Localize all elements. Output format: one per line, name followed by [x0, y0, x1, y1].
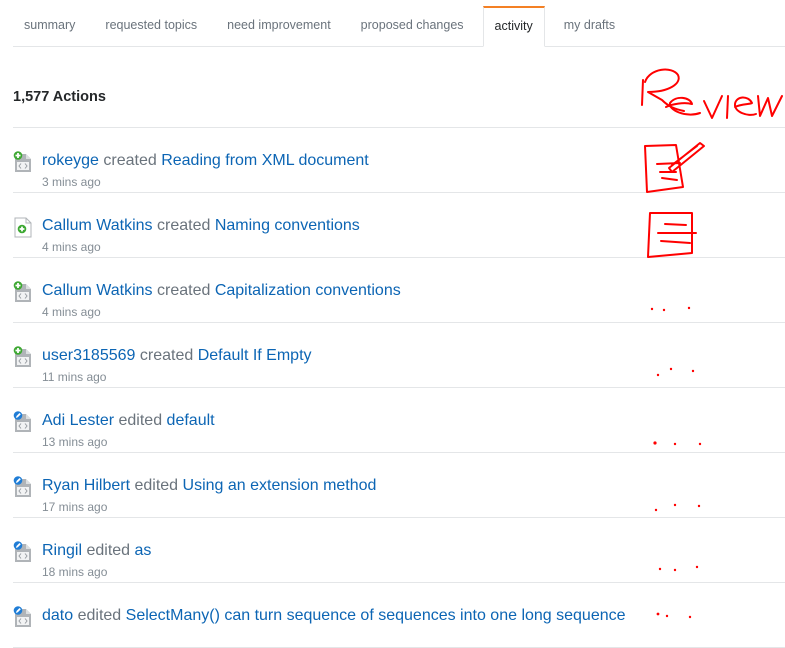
- page-created-icon: [13, 216, 33, 238]
- activity-row: dato edited SelectMany() can turn sequen…: [13, 583, 785, 648]
- code-page-created-icon: [13, 346, 33, 368]
- activity-row: Callum Watkins created Capitalization co…: [13, 258, 785, 323]
- activity-verb: created: [139, 347, 194, 364]
- activity-verb: edited: [134, 477, 179, 494]
- activity-description: Ringil edited as: [42, 542, 151, 560]
- user-link[interactable]: user3185569: [42, 347, 135, 364]
- activity-time: 13 mins ago: [42, 435, 108, 449]
- activity-verb: created: [157, 282, 211, 299]
- user-link[interactable]: dato: [42, 607, 73, 624]
- activity-description: Adi Lester edited default: [42, 412, 215, 430]
- code-page-edited-icon: [13, 476, 33, 498]
- activity-time: 4 mins ago: [42, 305, 101, 319]
- tab-bar: summary requested topics need improvemen…: [13, 6, 785, 47]
- tab-need-improvement[interactable]: need improvement: [216, 6, 342, 46]
- topic-link[interactable]: Default If Empty: [198, 347, 312, 364]
- activity-description: Ryan Hilbert edited Using an extension m…: [42, 477, 376, 495]
- user-link[interactable]: Callum Watkins: [42, 282, 153, 299]
- tab-requested-topics[interactable]: requested topics: [94, 6, 208, 46]
- activity-description: dato edited SelectMany() can turn sequen…: [42, 607, 626, 625]
- activity-description: Callum Watkins created Naming convention…: [42, 217, 360, 235]
- user-link[interactable]: Ringil: [42, 542, 82, 559]
- activity-verb: created: [157, 217, 211, 234]
- tab-proposed-changes[interactable]: proposed changes: [350, 6, 475, 46]
- code-page-edited-icon: [13, 541, 33, 563]
- topic-link[interactable]: as: [135, 542, 152, 559]
- tab-summary[interactable]: summary: [13, 6, 86, 46]
- code-page-created-icon: [13, 151, 33, 173]
- tab-activity[interactable]: activity: [482, 6, 545, 47]
- activity-row: Callum Watkins created Naming convention…: [13, 193, 785, 258]
- activity-time: 17 mins ago: [42, 500, 108, 514]
- code-page-created-icon: [13, 281, 33, 303]
- user-link[interactable]: Adi Lester: [42, 412, 114, 429]
- topic-link[interactable]: default: [167, 412, 215, 429]
- tab-my-drafts[interactable]: my drafts: [553, 6, 626, 46]
- actions-count: 1,577 Actions: [13, 89, 106, 105]
- activity-description: rokeyge created Reading from XML documen…: [42, 152, 369, 170]
- user-link[interactable]: Ryan Hilbert: [42, 477, 130, 494]
- topic-link[interactable]: Naming conventions: [215, 217, 360, 234]
- activity-verb: created: [103, 152, 157, 169]
- user-link[interactable]: Callum Watkins: [42, 217, 153, 234]
- activity-verb: edited: [86, 542, 131, 559]
- activity-row: rokeyge created Reading from XML documen…: [13, 128, 785, 193]
- activity-description: Callum Watkins created Capitalization co…: [42, 282, 401, 300]
- topic-link[interactable]: SelectMany() can turn sequence of sequen…: [126, 607, 626, 624]
- activity-list: rokeyge created Reading from XML documen…: [13, 128, 785, 648]
- activity-row: Ryan Hilbert edited Using an extension m…: [13, 453, 785, 518]
- activity-verb: edited: [77, 607, 122, 624]
- topic-link[interactable]: Using an extension method: [183, 477, 377, 494]
- topic-link[interactable]: Capitalization conventions: [215, 282, 401, 299]
- activity-description: user3185569 created Default If Empty: [42, 347, 312, 365]
- activity-row: user3185569 created Default If Empty 11 m…: [13, 323, 785, 388]
- activity-row: Ringil edited as 18 mins ago: [13, 518, 785, 583]
- code-page-edited-icon: [13, 606, 33, 628]
- activity-time: 18 mins ago: [42, 565, 108, 579]
- activity-header: 1,577 Actions: [13, 72, 785, 128]
- activity-time: 4 mins ago: [42, 240, 101, 254]
- user-link[interactable]: rokeyge: [42, 152, 99, 169]
- activity-time: 11 mins ago: [42, 370, 107, 384]
- activity-verb: edited: [118, 412, 163, 429]
- activity-row: Adi Lester edited default 13 mins ago: [13, 388, 785, 453]
- topic-link[interactable]: Reading from XML document: [161, 152, 369, 169]
- activity-time: 3 mins ago: [42, 175, 101, 189]
- code-page-edited-icon: [13, 411, 33, 433]
